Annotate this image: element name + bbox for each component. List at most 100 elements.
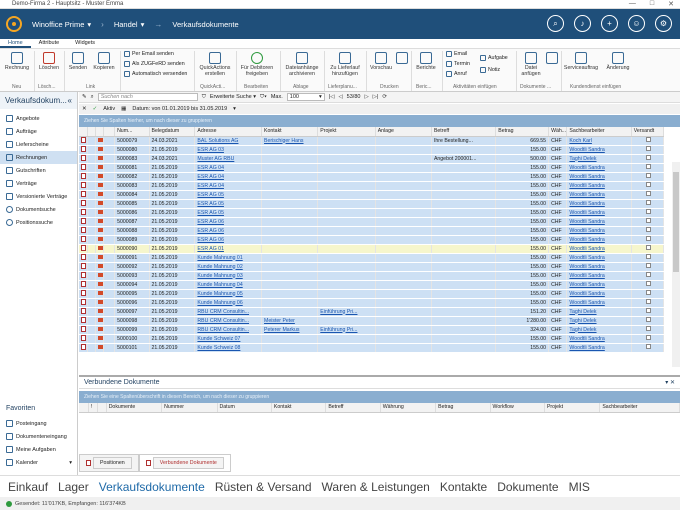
group-by-area[interactable]: Ziehen Sie Spalten hierher, um nach dies… <box>79 115 680 127</box>
vd-group-by-area[interactable]: Ziehen Sie eine Spaltenüberschrift in di… <box>79 391 680 403</box>
chevron-down-icon[interactable]: ▾ <box>233 106 236 112</box>
vd-column-header[interactable]: ! <box>88 403 98 413</box>
column-header[interactable]: Wäh... <box>548 127 568 137</box>
table-row[interactable]: 5000092 21.05.2019 Kunde Mahnung 02 155.00 C… <box>79 262 665 272</box>
versandt-checkbox[interactable] <box>645 191 651 196</box>
table-row[interactable]: 5000083 21.05.2019 ESR AG 04 155.00 CHF Woodt… <box>79 181 665 191</box>
module-mis[interactable]: MIS <box>569 480 590 494</box>
berichte-button[interactable]: Berichte <box>413 52 439 72</box>
print-button[interactable] <box>395 52 409 66</box>
sidebar-item-lieferscheine[interactable]: Lieferscheine <box>0 138 77 151</box>
prev-page-icon[interactable]: ◁ <box>338 94 342 100</box>
close-button[interactable]: ✕ <box>668 0 674 8</box>
cell-kontakt[interactable]: Peterer Markus <box>261 325 319 335</box>
cell-sachbearbeiter[interactable]: Taghi Delek <box>566 316 632 326</box>
cell-projekt[interactable]: Einführung Pri... <box>317 307 376 317</box>
debitoren-freigeben-button[interactable]: Für Debitoren freigeben <box>238 52 276 78</box>
tab-widgets[interactable]: Widgets <box>67 39 103 48</box>
column-header[interactable] <box>87 127 96 137</box>
versandt-checkbox[interactable] <box>645 317 651 322</box>
close-filter-icon[interactable]: ✕ <box>82 106 87 112</box>
table-row[interactable]: 5000079 24.03.2021 BAL Solutions AG Berisch… <box>79 136 665 146</box>
versandt-checkbox[interactable] <box>645 272 651 277</box>
table-row[interactable]: 5000081 21.05.2019 ESR AG 04 155.00 CHF Woodt… <box>79 163 665 173</box>
cell-adresse[interactable]: Kunde Schweiz 08 <box>194 343 263 353</box>
kopieren-button[interactable]: Kopieren <box>91 52 117 72</box>
anruf-activity[interactable]: Anruf <box>446 71 467 77</box>
fav-dokumenteneingang[interactable]: Dokumenteneingang <box>0 430 78 443</box>
cell-adresse[interactable]: ESR AG 04 <box>194 181 263 191</box>
vertical-scrollbar[interactable] <box>672 162 680 367</box>
versandt-checkbox[interactable] <box>645 155 651 160</box>
datei-anfuegen-button[interactable]: Datei anfügen <box>518 52 544 78</box>
rechnung-button[interactable]: Rechnung <box>4 52 30 72</box>
automatisch-versenden[interactable]: Automatisch versenden <box>124 71 187 77</box>
cell-adresse[interactable]: Muster AG RBU <box>194 154 263 164</box>
table-row[interactable]: 5000080 21.05.2019 ESR AG 03 155.00 CHF Woodt… <box>79 145 665 155</box>
datum-filter[interactable]: Datum: von 01.01.2019 bis 31.05.2019 <box>132 106 227 112</box>
vd-column-header[interactable] <box>79 403 89 413</box>
add-icon[interactable]: + <box>601 15 618 32</box>
vd-column-header[interactable]: Sachbearbeiter <box>599 403 680 413</box>
email-activity[interactable]: Email <box>446 51 467 57</box>
first-page-icon[interactable]: |◁ <box>329 94 335 100</box>
vorschau-button[interactable]: Vorschau <box>368 52 394 72</box>
senden-button[interactable]: Senden <box>66 52 90 72</box>
cell-adresse[interactable]: RBU CRM Consultin... <box>194 325 263 335</box>
table-row[interactable]: 5000098 21.05.2019 RBU CRM Consultin... Mei… <box>79 316 665 326</box>
vd-column-header[interactable]: Betreff <box>325 403 381 413</box>
versandt-checkbox[interactable] <box>645 164 651 169</box>
cell-adresse[interactable]: Kunde Mahnung 05 <box>194 289 263 299</box>
versandt-checkbox[interactable] <box>645 263 651 268</box>
table-row[interactable]: 5000095 21.05.2019 Kunde Mahnung 05 155.00 C… <box>79 289 665 299</box>
versandt-checkbox[interactable] <box>645 335 651 340</box>
module-dokumente[interactable]: Dokumente <box>497 480 558 494</box>
table-row[interactable]: 5000093 21.05.2019 Kunde Mahnung 03 155.00 C… <box>79 271 665 281</box>
aktiv-filter[interactable]: Aktiv <box>103 106 115 112</box>
cell-kontakt[interactable]: Meister Peter <box>261 316 319 326</box>
vd-column-header[interactable]: Projekt <box>544 403 601 413</box>
cell-sachbearbeiter[interactable]: Woodtli Sandra <box>566 181 632 191</box>
cell-sachbearbeiter[interactable]: Woodtli Sandra <box>566 163 632 173</box>
cell-sachbearbeiter[interactable]: Woodtli Sandra <box>566 145 632 155</box>
column-header[interactable]: Adresse <box>194 127 263 137</box>
table-row[interactable]: 5000094 21.05.2019 Kunde Mahnung 04 155.00 C… <box>79 280 665 290</box>
table-row[interactable]: 5000097 21.05.2019 RBU CRM Consultin... Ein… <box>79 307 665 317</box>
search-icon[interactable]: ⌕ <box>547 15 564 32</box>
module-kontakte[interactable]: Kontakte <box>440 480 487 494</box>
filter-icon[interactable]: ⛉ <box>202 94 206 101</box>
cell-sachbearbeiter[interactable]: Woodtli Sandra <box>566 235 632 245</box>
sidebar-item-angebote[interactable]: Angebote <box>0 112 77 125</box>
refresh-icon[interactable]: ⟳ <box>382 94 387 100</box>
table-row[interactable]: 5000087 21.05.2019 ESR AG 06 155.00 CHF Woodt… <box>79 217 665 227</box>
cell-adresse[interactable]: ESR AG 04 <box>194 163 263 173</box>
pin-close-icon[interactable]: ▾ ✕ <box>665 379 675 386</box>
cell-adresse[interactable]: ESR AG 03 <box>194 145 263 155</box>
module-verkaufsdokumente[interactable]: Verkaufsdokumente <box>99 480 205 494</box>
fav-kalender[interactable]: Kalender ▾ <box>0 456 78 469</box>
next-page-icon[interactable]: ▷ <box>364 94 368 100</box>
vd-column-header[interactable]: Dokumente <box>106 403 163 413</box>
table-row[interactable]: 5000100 21.05.2019 Kunde Schweiz 07 155.00 C… <box>79 334 665 344</box>
cell-sachbearbeiter[interactable]: Woodtli Sandra <box>566 271 632 281</box>
vd-column-header[interactable]: Kontakt <box>271 403 327 413</box>
module-r-sten-versand[interactable]: Rüsten & Versand <box>215 480 312 494</box>
versandt-checkbox[interactable] <box>645 281 651 286</box>
cell-sachbearbeiter[interactable]: Woodtli Sandra <box>566 253 632 263</box>
tab-home[interactable]: Home <box>0 39 31 48</box>
document-add-button[interactable] <box>545 52 559 66</box>
edit-icon[interactable]: ✎ <box>82 94 87 100</box>
versandt-checkbox[interactable] <box>645 326 651 331</box>
cell-sachbearbeiter[interactable]: Koch Karl <box>566 136 632 146</box>
cell-sachbearbeiter[interactable]: Woodtli Sandra <box>566 208 632 218</box>
tab-positionen[interactable]: Positionen <box>79 454 139 472</box>
cell-sachbearbeiter[interactable]: Woodtli Sandra <box>566 226 632 236</box>
cell-sachbearbeiter[interactable]: Woodtli Sandra <box>566 217 632 227</box>
module-lager[interactable]: Lager <box>58 480 89 494</box>
table-row[interactable]: 5000084 21.05.2019 ESR AG 05 155.00 CHF Woodt… <box>79 190 665 200</box>
cell-sachbearbeiter[interactable]: Woodtli Sandra <box>566 244 632 254</box>
vd-column-header[interactable]: Workflow <box>490 403 545 413</box>
table-row[interactable]: 5000083 24.03.2021 Muster AG RBU Angebot 20… <box>79 154 665 164</box>
erweiterte-suche-dropdown[interactable]: Erweiterte Suche ▾ <box>210 94 256 100</box>
cell-sachbearbeiter[interactable]: Woodtli Sandra <box>566 298 632 308</box>
